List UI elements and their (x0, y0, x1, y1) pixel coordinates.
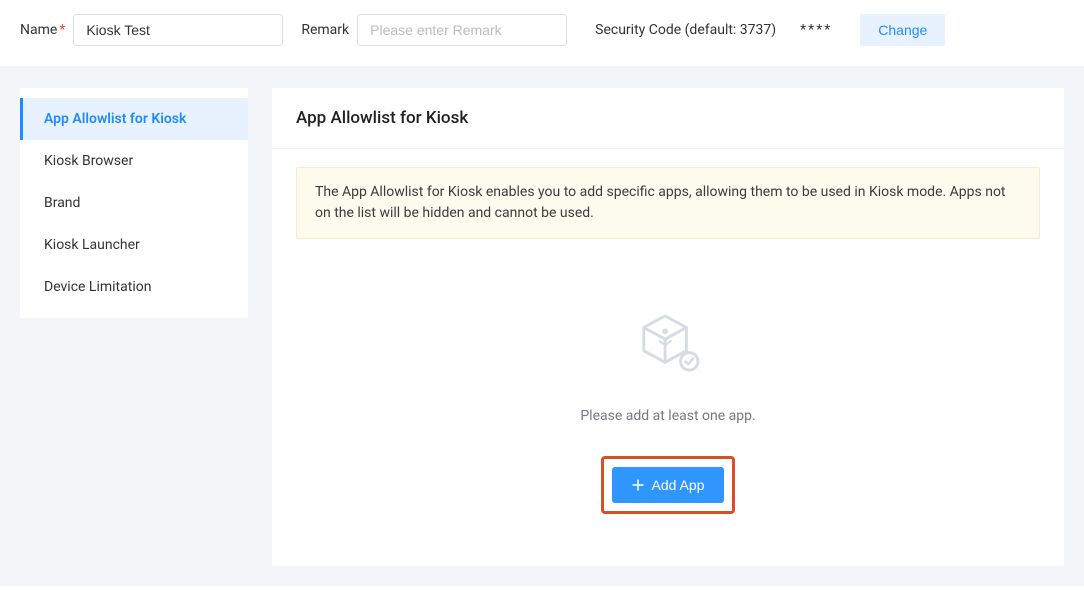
sidebar: App Allowlist for Kiosk Kiosk Browser Br… (20, 88, 248, 318)
name-field-group: Name* (20, 14, 283, 46)
sidebar-item-brand[interactable]: Brand (20, 182, 248, 224)
package-empty-icon (634, 312, 702, 372)
sidebar-item-device-limitation[interactable]: Device Limitation (20, 266, 248, 308)
empty-state: Please add at least one app. Add App (296, 299, 1040, 526)
top-bar: Name* Remark Security Code (default: 373… (0, 0, 1084, 66)
add-app-button[interactable]: Add App (612, 467, 725, 503)
sidebar-item-kiosk-launcher[interactable]: Kiosk Launcher (20, 224, 248, 266)
security-code-mask: **** (800, 22, 832, 38)
sidebar-item-kiosk-browser[interactable]: Kiosk Browser (20, 140, 248, 182)
change-button[interactable]: Change (860, 14, 945, 46)
panel-title: App Allowlist for Kiosk (296, 108, 1040, 128)
panel-body: The App Allowlist for Kiosk enables you … (272, 149, 1064, 566)
required-asterisk: * (59, 22, 65, 38)
empty-state-text: Please add at least one app. (580, 408, 755, 424)
panel-header: App Allowlist for Kiosk (272, 88, 1064, 149)
sidebar-item-app-allowlist[interactable]: App Allowlist for Kiosk (20, 98, 248, 140)
name-input[interactable] (73, 14, 283, 46)
security-code-label: Security Code (default: 3737) (595, 22, 776, 38)
plus-icon (632, 479, 644, 491)
remark-label: Remark (301, 22, 349, 38)
name-label: Name* (20, 22, 65, 38)
add-app-highlight: Add App (601, 456, 736, 514)
add-app-label: Add App (652, 477, 705, 493)
remark-input[interactable] (357, 14, 567, 46)
body: App Allowlist for Kiosk Kiosk Browser Br… (0, 66, 1084, 586)
main-panel: App Allowlist for Kiosk The App Allowlis… (272, 88, 1064, 566)
remark-field-group: Remark (301, 14, 567, 46)
info-banner: The App Allowlist for Kiosk enables you … (296, 167, 1040, 239)
